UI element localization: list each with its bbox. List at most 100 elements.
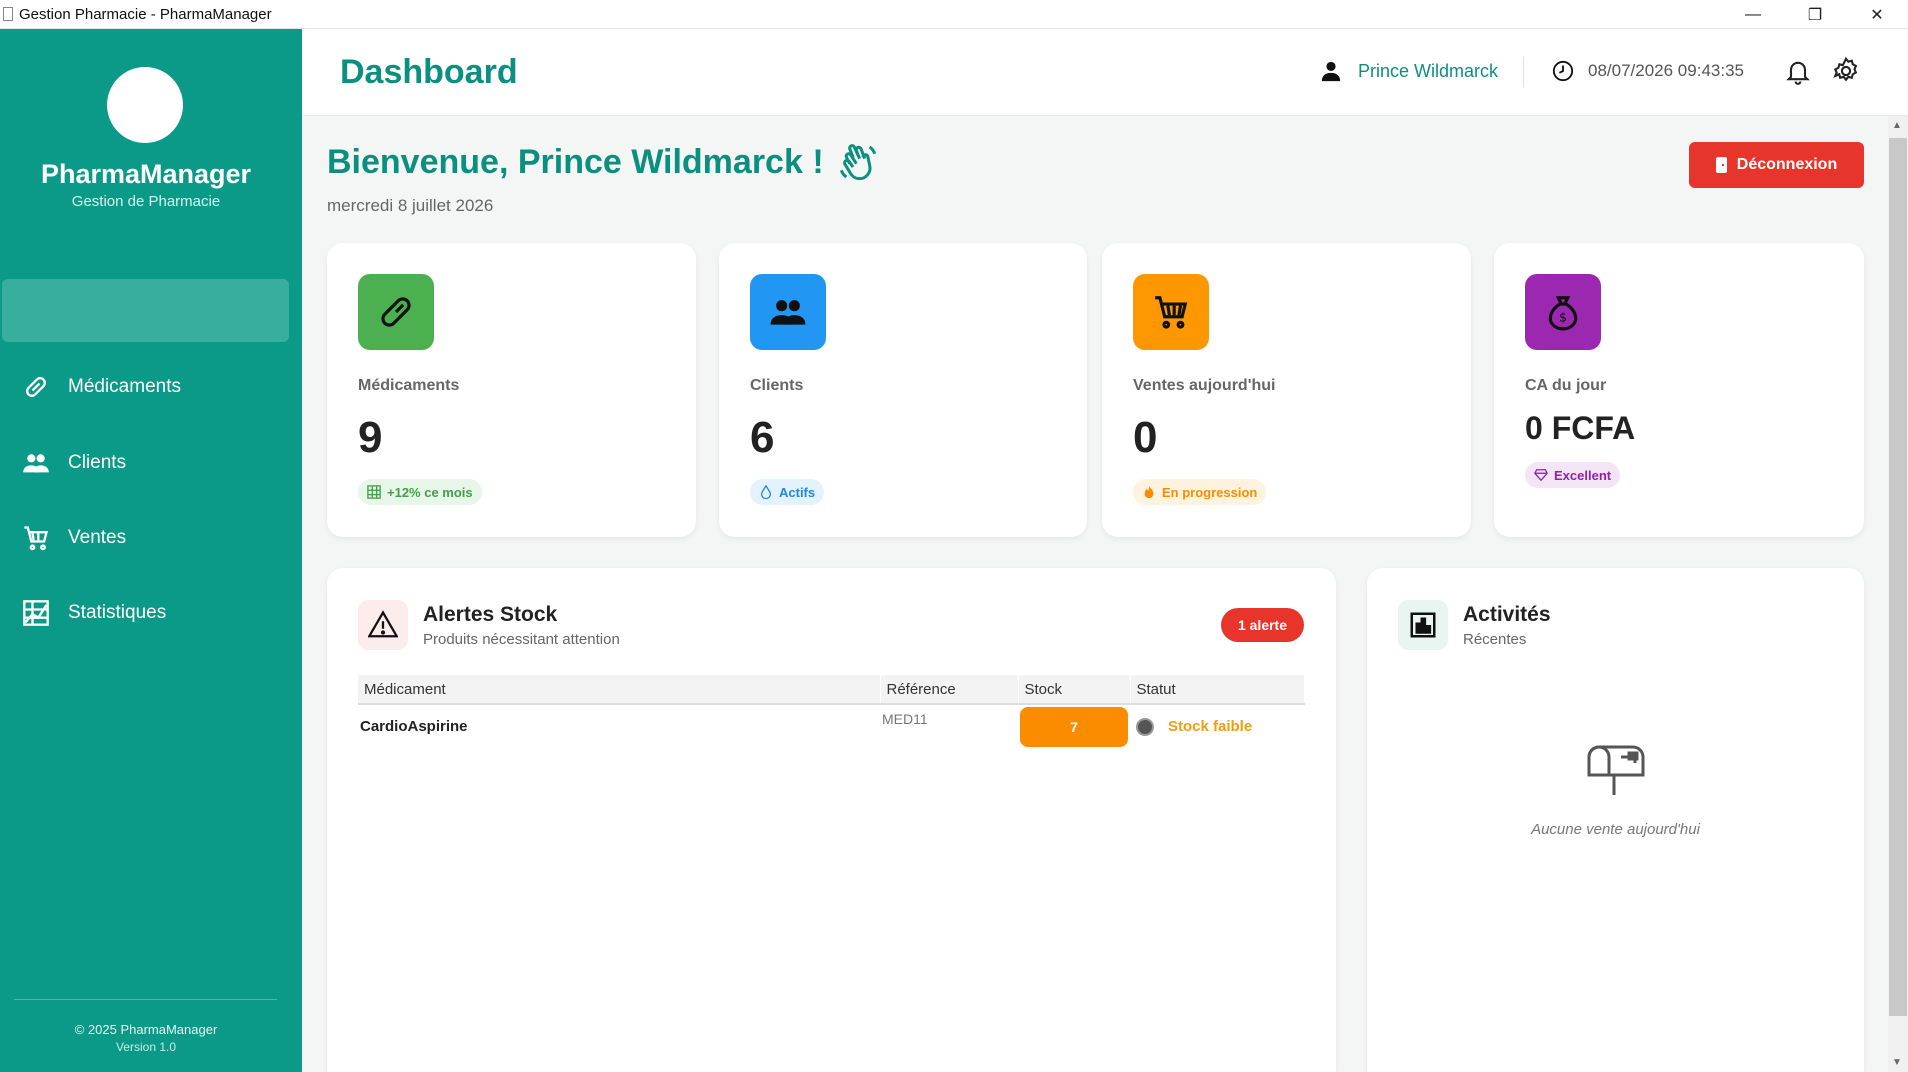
welcome-text: Bienvenue, Prince Wildmarck ! (327, 142, 824, 181)
stat-card-ventes: Ventes aujourd'hui 0 En progression (1102, 243, 1471, 537)
header-separator (1523, 57, 1524, 87)
sidebar-item-clients[interactable]: Clients (22, 441, 282, 485)
brand-name: PharmaManager (40, 159, 252, 189)
sidebar-item-label: Médicaments (68, 376, 181, 397)
alerts-subtitle: Produits nécessitant attention (423, 631, 620, 648)
door-icon (1715, 157, 1727, 173)
sidebar-item-ventes[interactable]: Ventes (22, 516, 282, 560)
stat-badge: Excellent (1525, 462, 1621, 488)
stat-badge-text: Actifs (779, 484, 816, 500)
bell-icon[interactable] (1784, 57, 1812, 85)
alerts-panel: Alertes Stock Produits nécessitant atten… (327, 568, 1336, 1072)
sidebar-divider (14, 999, 277, 1000)
svg-text:$: $ (1559, 310, 1567, 325)
column-header-statut[interactable]: Statut (1130, 675, 1305, 705)
stat-icon-box (750, 274, 826, 350)
activities-title: Activités (1463, 603, 1551, 626)
datetime: 08/07/2026 09:43:35 (1552, 60, 1744, 82)
stat-badge: +12% ce mois (358, 479, 482, 505)
activities-subtitle: Récentes (1463, 631, 1527, 648)
scroll-down-icon[interactable]: ▼ (1892, 1057, 1902, 1068)
pill-icon (381, 297, 411, 327)
stat-icon-box: $ (1525, 274, 1601, 350)
stat-value: 6 (750, 413, 775, 462)
status-dot-icon (1136, 717, 1154, 736)
pill-icon (26, 377, 46, 397)
status-indicator: Stock faible (1132, 717, 1305, 736)
stat-label: Médicaments (358, 377, 460, 394)
user-profile[interactable]: Prince Wildmarck (1320, 60, 1498, 82)
drop-icon (760, 485, 772, 499)
brand-subtitle: Gestion de Pharmacie (71, 193, 221, 210)
column-header-stock[interactable]: Stock (1018, 675, 1131, 705)
activities-panel: Activités Récentes Aucune vente aujourd'… (1367, 568, 1864, 1072)
stat-badge: Actifs (750, 479, 825, 505)
stat-badge-text: Excellent (1554, 467, 1612, 483)
user-name: Prince Wildmarck (1358, 60, 1499, 81)
stock-table: Médicament Référence Stock Statut Cardio… (358, 675, 1305, 748)
stat-value: 0 (1133, 413, 1158, 462)
header: Dashboard Prince Wildmarck 08/07/2026 09… (302, 29, 1908, 116)
minimize-button[interactable]: — (1722, 0, 1784, 29)
bar-chart-icon (1410, 612, 1436, 638)
stat-label: CA du jour (1525, 377, 1607, 394)
sidebar-item-statistiques[interactable]: Statistiques (22, 591, 282, 635)
stat-badge-text: En progression (1162, 484, 1258, 500)
users-icon (770, 300, 806, 325)
window-title: Gestion Pharmacie - PharmaManager (19, 5, 272, 23)
fire-icon (1144, 485, 1154, 499)
page-scrollbar[interactable]: ▲ ▼ (1888, 116, 1908, 1072)
users-icon (23, 454, 49, 473)
alert-icon-box (358, 600, 408, 650)
column-header-reference[interactable]: Référence (880, 675, 1019, 705)
logout-button[interactable]: Déconnexion (1689, 142, 1864, 188)
activities-icon-box (1398, 600, 1448, 650)
alerts-title: Alertes Stock (423, 603, 558, 626)
window-titlebar: Gestion Pharmacie - PharmaManager — ❐ ✕ (0, 0, 1908, 29)
waving-hand-icon (839, 144, 876, 181)
cell-statut: Stock faible (1130, 704, 1305, 748)
sidebar-item-label: Statistiques (68, 602, 167, 623)
scrollbar-thumb[interactable] (1889, 138, 1907, 1016)
money-bag-icon: $ (1548, 296, 1578, 331)
cell-reference: MED11 (882, 711, 928, 727)
clock-icon (1552, 60, 1574, 82)
stat-value: 0 FCFA (1525, 410, 1636, 446)
sidebar-item-medicaments[interactable]: Médicaments (22, 365, 282, 409)
sidebar-item-label: Clients (68, 452, 127, 473)
table-row[interactable]: CardioAspirine MED11 7 Stock faible (358, 704, 1305, 748)
stat-badge: En progression (1133, 479, 1267, 505)
chart-icon (23, 600, 49, 626)
stat-card-medicaments: Médicaments 9 +12% ce mois (327, 243, 696, 537)
close-button[interactable]: ✕ (1846, 0, 1908, 29)
cart-icon (1155, 296, 1188, 329)
empty-state-text: Aucune vente aujourd'hui (1531, 821, 1700, 838)
gear-icon[interactable] (1832, 57, 1860, 85)
logo (107, 67, 183, 143)
alert-count-badge: 1 alerte (1221, 608, 1304, 642)
datetime-text: 08/07/2026 09:43:35 (1588, 61, 1744, 80)
scroll-up-icon[interactable]: ▲ (1892, 120, 1902, 131)
mailbox-icon (1587, 745, 1645, 795)
maximize-button[interactable]: ❐ (1784, 0, 1846, 29)
status-text: Stock faible (1168, 718, 1253, 735)
stat-icon-box (1133, 274, 1209, 350)
page-title: Dashboard (340, 53, 518, 91)
window-controls: — ❐ ✕ (1722, 0, 1908, 29)
cell-stock: 7 (1018, 704, 1130, 748)
sidebar-item-label: Ventes (68, 527, 127, 548)
stat-card-clients: Clients 6 Actifs (719, 243, 1087, 537)
column-header-medicament[interactable]: Médicament (358, 675, 881, 705)
sidebar: PharmaManager Gestion de Pharmacie Médic… (0, 29, 302, 1072)
stat-label: Ventes aujourd'hui (1133, 377, 1276, 394)
gem-icon (1534, 469, 1548, 482)
stat-icon-box (358, 274, 434, 350)
app-icon (3, 7, 13, 21)
stock-level-badge: 7 (1020, 706, 1128, 747)
cell-medicament: CardioAspirine (360, 718, 468, 735)
table-icon (367, 485, 381, 499)
copyright: © 2025 PharmaManager (74, 1022, 218, 1037)
cart-icon (24, 526, 48, 551)
sidebar-item-dashboard[interactable] (2, 279, 289, 342)
stat-value: 9 (358, 413, 383, 462)
